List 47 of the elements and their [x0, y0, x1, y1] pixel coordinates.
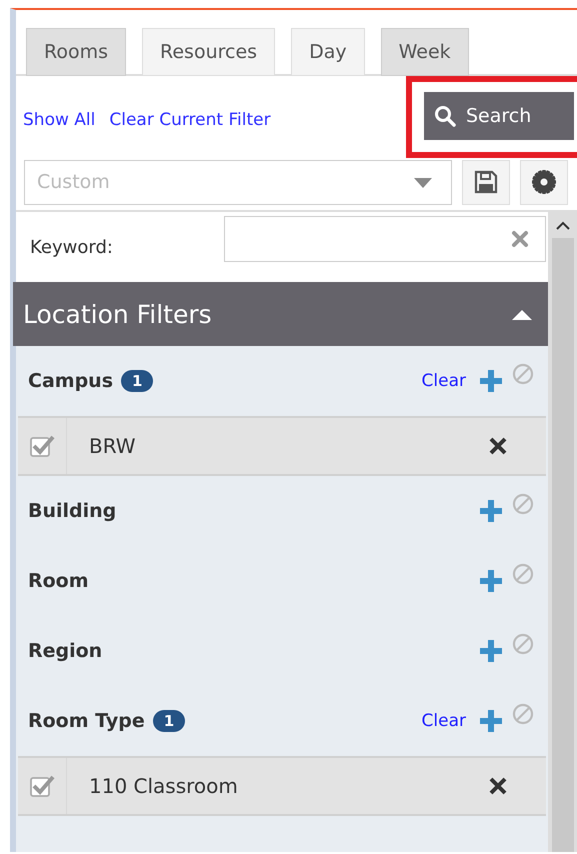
section-title: Location Filters [23, 300, 212, 328]
remove-icon[interactable] [488, 436, 508, 456]
search-icon [434, 105, 456, 127]
clear-link[interactable]: Clear [422, 371, 466, 391]
view-tab[interactable]: Resources [142, 28, 276, 76]
filter-value: 110 Classroom [88, 774, 239, 798]
settings-icon [532, 170, 556, 194]
remove-icon[interactable] [488, 776, 508, 796]
disable-icon[interactable] [512, 563, 534, 585]
search-button[interactable]: Search [424, 92, 574, 140]
disable-icon[interactable] [512, 703, 534, 725]
collapse-icon[interactable] [512, 308, 532, 320]
filter-label: Campus [28, 370, 113, 392]
disable-icon[interactable] [512, 363, 534, 385]
disable-icon[interactable] [512, 633, 534, 655]
section-header[interactable]: Location Filters [13, 282, 548, 346]
filter-link[interactable]: Clear Current Filter [109, 110, 271, 130]
count-badge: 1 [152, 710, 186, 732]
view-tab[interactable]: Day [291, 28, 365, 76]
filter-label: Region [28, 640, 102, 662]
checked-checkbox[interactable] [29, 773, 55, 799]
count-badge: 1 [121, 370, 154, 392]
scroll-up-icon[interactable] [556, 220, 570, 230]
view-tab[interactable]: Week [380, 28, 469, 76]
scroll-thumb[interactable] [552, 238, 574, 852]
clear-link[interactable]: Clear [422, 711, 466, 731]
add-icon[interactable] [478, 568, 504, 594]
filter-label: Room [28, 570, 89, 592]
keyword-label: Keyword: [30, 236, 114, 258]
save-button[interactable] [462, 160, 510, 204]
add-icon[interactable] [478, 368, 504, 394]
disable-icon[interactable] [512, 493, 534, 515]
filter-value: BRW [88, 434, 137, 458]
clear-icon[interactable] [511, 230, 529, 248]
add-icon[interactable] [478, 708, 504, 734]
keyword-field[interactable] [224, 216, 546, 262]
add-icon[interactable] [478, 498, 504, 524]
scrollbar[interactable] [548, 212, 577, 852]
filter-link[interactable]: Show All [23, 110, 96, 130]
settings-button[interactable] [520, 160, 568, 204]
filter-label: Building [28, 500, 116, 522]
filter-label: Room Type [28, 710, 145, 732]
checked-checkbox[interactable] [29, 433, 55, 459]
caret-icon [414, 178, 432, 188]
view-tab[interactable]: Rooms [26, 28, 126, 76]
add-icon[interactable] [478, 638, 504, 664]
filter-dropdown[interactable]: Custom [24, 160, 452, 204]
